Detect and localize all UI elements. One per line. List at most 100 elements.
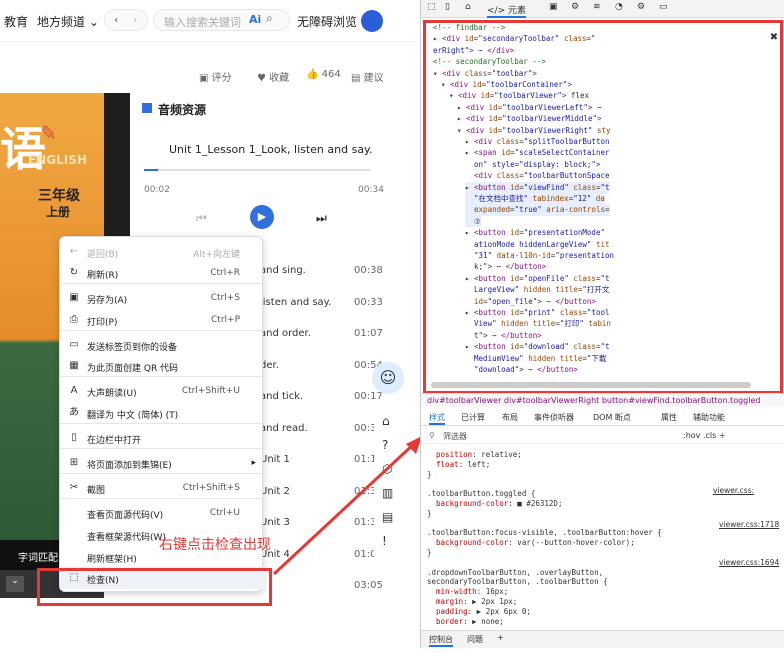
previous-icon[interactable]: ⏮ bbox=[196, 211, 207, 226]
menu-item[interactable]: A 大声朗读(U) Ctrl+Shift+U bbox=[60, 380, 264, 402]
console-icon[interactable]: ▣ bbox=[549, 2, 558, 12]
dom-node-line[interactable]: id="open_file"> ⋯ </button> bbox=[465, 296, 596, 307]
css-rule-line[interactable]: } bbox=[427, 509, 432, 518]
styles-tab[interactable]: 事件侦听器 bbox=[534, 412, 574, 423]
dom-node-line[interactable]: t"> ⋯ </button> bbox=[465, 330, 542, 341]
home-icon[interactable]: ⌂ bbox=[382, 414, 390, 428]
dom-node-line[interactable]: ▸ <button id="print" class="tool bbox=[465, 307, 610, 318]
performance-icon[interactable]: ◔ bbox=[615, 2, 623, 12]
filter-flags[interactable]: :hov .cls + bbox=[683, 431, 726, 440]
dom-node-line[interactable]: View" hidden title="打印" tabin bbox=[465, 318, 611, 329]
add-tab-icon[interactable]: + bbox=[497, 633, 504, 642]
css-source-link[interactable]: viewer.css:1694 bbox=[719, 558, 779, 567]
menu-item[interactable]: ▣ 另存为(A) Ctrl+S bbox=[60, 287, 264, 309]
dom-node-line[interactable]: k;"> ⋯ </button> bbox=[465, 261, 546, 272]
dom-node-line[interactable]: erRight"> ⋯ </div> bbox=[433, 45, 514, 56]
css-rule-line[interactable]: position: relative; bbox=[427, 450, 522, 459]
css-rule-line[interactable]: background-color: var(--button-hover-col… bbox=[427, 538, 635, 547]
css-rule-line[interactable]: .toolbarButton.toggled { bbox=[427, 489, 535, 498]
play-button[interactable]: ▶ bbox=[250, 205, 274, 229]
dom-node-line[interactable]: ⑦ bbox=[465, 215, 481, 228]
dom-node-line[interactable]: ▸ <button id="viewFind" class="t bbox=[465, 181, 610, 193]
dom-node-line[interactable]: ▸ <button id="openFile" class="t bbox=[465, 273, 610, 284]
menu-item[interactable]: ← 返回(B) Alt+向左键 bbox=[60, 241, 264, 263]
dom-node-line[interactable]: LargeView" hidden title="打开文 bbox=[465, 284, 609, 295]
close-icon[interactable]: ✖ bbox=[767, 32, 781, 46]
dom-node-line[interactable]: ationMode hiddenLargeView" tit bbox=[465, 239, 609, 250]
css-rule-line[interactable]: min-width: 16px; bbox=[427, 587, 508, 596]
search-icon[interactable]: ⌕ bbox=[266, 11, 273, 26]
suggest-button[interactable]: ▤ 建议 bbox=[351, 69, 384, 84]
dom-node-line[interactable]: ▸ <button id="download" class="t bbox=[465, 341, 610, 352]
styles-tab[interactable]: 布局 bbox=[502, 412, 518, 423]
styles-tab[interactable]: 辅助功能 bbox=[693, 412, 725, 423]
dom-node-line[interactable]: <!-- findbar --> bbox=[433, 22, 505, 33]
css-rule-line[interactable]: float: left; bbox=[427, 460, 490, 469]
dom-node-line[interactable]: ▸ <div class="splitToolbarButton bbox=[465, 136, 610, 147]
collect-button[interactable]: ♥ 收藏 bbox=[257, 69, 289, 84]
tab-elements[interactable]: </> 元素 bbox=[487, 3, 526, 18]
welcome-icon[interactable]: ⌂ bbox=[465, 2, 471, 12]
menu-item[interactable]: 查看页面源代码(V) Ctrl+U bbox=[60, 502, 264, 524]
css-source-link[interactable]: viewer.css:1718 bbox=[719, 520, 779, 529]
css-rule-line[interactable]: secondaryToolbarButton, .toolbarButton { bbox=[427, 577, 608, 586]
menu-item[interactable]: ▯ 在边栏中打开 bbox=[60, 427, 264, 449]
horizontal-scrollbar[interactable] bbox=[431, 382, 751, 388]
tab-console[interactable]: 控制台 bbox=[429, 634, 453, 647]
styles-tab[interactable]: 属性 bbox=[661, 412, 677, 423]
css-rule-line[interactable]: } bbox=[427, 548, 432, 557]
menu-item[interactable]: ✂ 截图 Ctrl+Shift+S bbox=[60, 477, 264, 499]
dom-node-line[interactable]: "在文档中查找" tabindex="12" da bbox=[465, 193, 605, 205]
settings-icon[interactable]: ⚙ bbox=[637, 2, 645, 12]
dom-node-line[interactable]: ▸ <div id="toolbarViewerMiddle"> bbox=[457, 113, 602, 124]
css-rule-line[interactable]: padding: ▶ 2px 6px 0; bbox=[427, 607, 531, 616]
avatar[interactable] bbox=[361, 10, 383, 32]
nav-local-channel[interactable]: 地方频道 ⌄ bbox=[37, 13, 99, 30]
styles-tab[interactable]: DOM 断点 bbox=[593, 412, 631, 423]
dom-node-line[interactable]: ⋯ bbox=[465, 375, 479, 378]
css-rule-line[interactable]: margin: ▶ 2px 1px; bbox=[427, 597, 517, 606]
css-rule-line[interactable]: .dropdownToolbarButton, .overlayButton, bbox=[427, 568, 603, 577]
dom-node-line[interactable]: ▾ <div id="toolbarViewer"> flex bbox=[449, 90, 589, 101]
menu-item[interactable]: ▭ 发送标签页到你的设备 bbox=[60, 334, 264, 356]
dom-node-line[interactable]: "download"> ⋯ </button> bbox=[465, 364, 578, 375]
menu-item[interactable]: あ翻译为 中文 (简体) (T) bbox=[60, 402, 264, 424]
menu-item[interactable]: ⎙ 打印(P) Ctrl+P bbox=[60, 309, 264, 331]
css-rule-line[interactable]: background-color: ■ #26312D; bbox=[427, 499, 562, 508]
accessibility-link[interactable]: 无障碍浏览 bbox=[297, 13, 357, 30]
inspect-icon[interactable]: ⬚ bbox=[427, 2, 436, 12]
menu-item[interactable]: ▦ 为此页面创建 QR 代码 bbox=[60, 355, 264, 377]
progress-track[interactable] bbox=[144, 169, 370, 171]
chevron-down-icon[interactable]: ⌄ bbox=[6, 576, 24, 592]
dom-node-line[interactable]: ▾ <div id="toolbarViewerRight" sty bbox=[457, 125, 611, 136]
dom-node-line[interactable]: ▾ <div class="toolbar"> bbox=[433, 68, 537, 79]
back-icon[interactable]: ‹ bbox=[114, 13, 118, 26]
dom-node-line[interactable]: ▾ <div id="toolbarContainer"> bbox=[441, 79, 572, 90]
dom-node-line[interactable]: ▸ <div id="secondaryToolbar" class=" bbox=[433, 33, 596, 44]
menu-item[interactable]: ⊞ 将页面添加到集锦(E) ▸ bbox=[60, 452, 264, 474]
dom-node-line[interactable]: MediumView" hidden title="下载 bbox=[465, 353, 606, 364]
dom-node-line[interactable]: <!-- secondaryToolbar --> bbox=[433, 56, 546, 67]
debug-icon[interactable]: ⚙ bbox=[571, 2, 579, 12]
styles-tab[interactable]: 已计算 bbox=[461, 412, 485, 423]
device-icon[interactable]: ▯ bbox=[445, 2, 450, 12]
robot-assistant-icon[interactable]: ☺ bbox=[372, 362, 404, 394]
dom-node-line[interactable]: "31" data-l10n-id="presentation bbox=[465, 250, 614, 261]
filter-input[interactable]: 筛选器 bbox=[443, 431, 467, 442]
network-icon[interactable]: ≋ bbox=[593, 2, 601, 12]
forward-icon[interactable]: › bbox=[133, 13, 137, 26]
dom-node-line[interactable]: ▸ <div id="toolbarViewerLeft"> ⋯ bbox=[457, 102, 602, 113]
application-icon[interactable]: ▭ bbox=[659, 2, 668, 12]
next-icon[interactable]: ⏭ bbox=[316, 211, 327, 226]
rate-button[interactable]: ▣ 评分 bbox=[199, 69, 232, 84]
css-rule-line[interactable]: } bbox=[427, 470, 432, 479]
dom-node-line[interactable]: on" style="display: block;"> bbox=[465, 159, 600, 170]
dom-node-line[interactable]: <div class="toolbarButtonSpace bbox=[465, 170, 609, 181]
css-rule-line[interactable]: border: ▶ none; bbox=[427, 617, 504, 626]
breadcrumb-path[interactable]: div#toolbarViewer div#toolbarViewerRight… bbox=[427, 396, 760, 405]
css-source-link[interactable]: viewer.css: bbox=[713, 486, 754, 495]
css-rule-line[interactable]: .toolbarButton:focus-visible, .toolbarBu… bbox=[427, 528, 662, 537]
dom-node-line[interactable]: ▸ <button id="presentationMode" bbox=[465, 227, 605, 238]
tab-issues[interactable]: 问题 bbox=[467, 634, 483, 645]
dom-node-line[interactable]: ▸ <span id="scaleSelectContainer bbox=[465, 147, 610, 158]
